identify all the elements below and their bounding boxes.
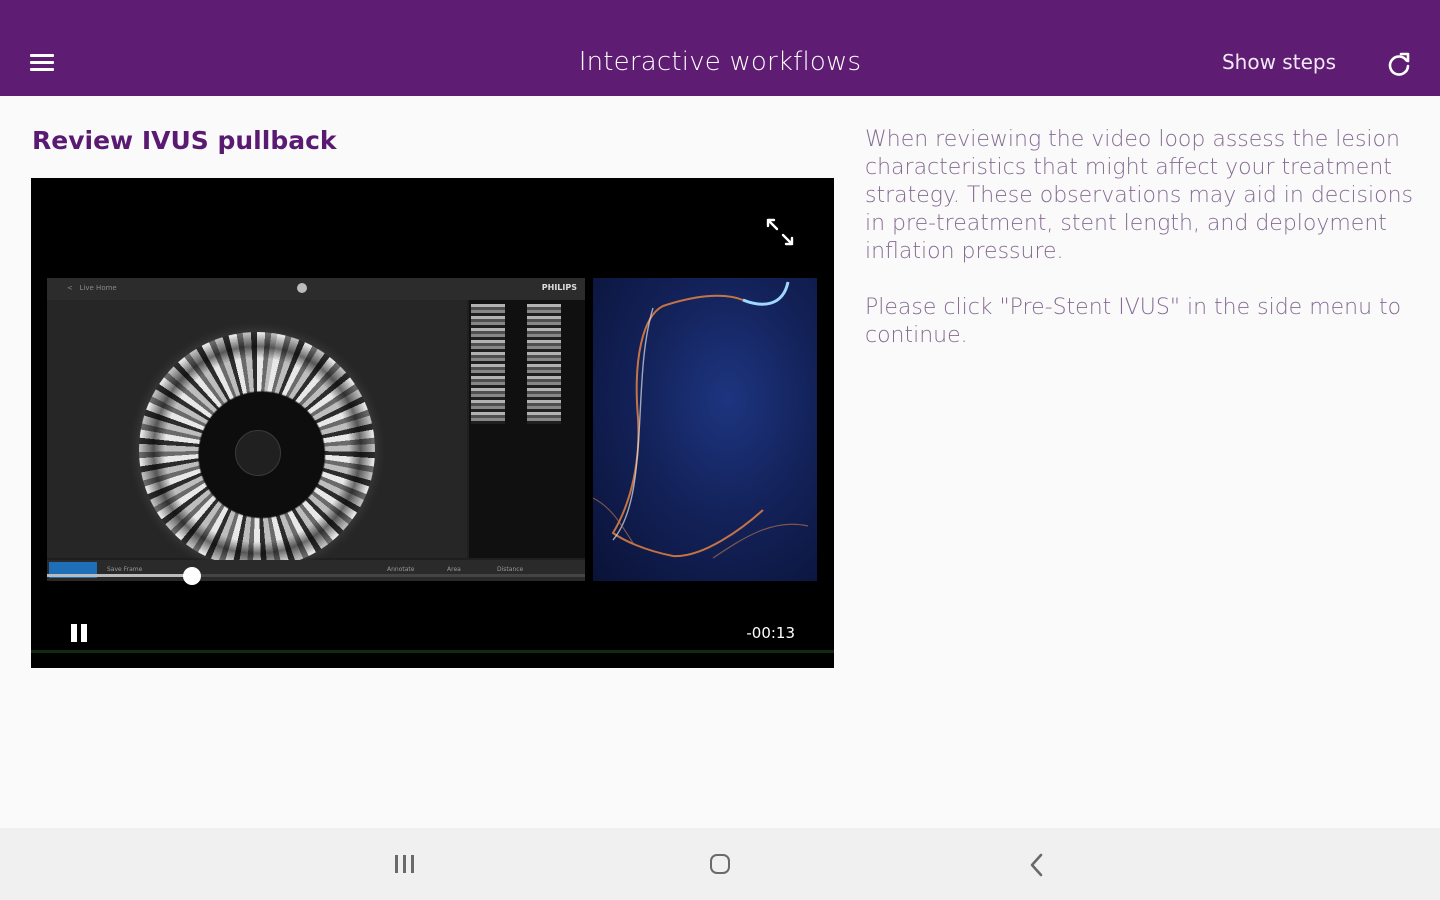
video-frame-topbar: < Live Home PHILIPS xyxy=(47,278,585,300)
ivus-video-frame: < Live Home PHILIPS Save Frame Annotate … xyxy=(47,278,585,581)
expand-icon[interactable] xyxy=(763,215,797,249)
show-steps-button[interactable]: Show steps xyxy=(1206,50,1352,74)
system-navigation-bar xyxy=(0,828,1440,900)
refresh-icon[interactable] xyxy=(1382,48,1416,82)
back-icon[interactable] xyxy=(1020,848,1054,882)
angiogram-frame xyxy=(592,278,817,581)
section-title: Review IVUS pullback xyxy=(32,126,337,155)
video-progress-bar xyxy=(31,650,834,653)
home-icon[interactable] xyxy=(704,848,738,882)
app-bar: Interactive workflows Show steps xyxy=(0,0,1440,96)
time-remaining: -00:13 xyxy=(746,624,795,642)
instructions-text: When reviewing the video loop assess the… xyxy=(865,126,1413,378)
ivus-cross-section-panel xyxy=(47,300,467,568)
continue-instruction: Please click "Pre-Stent IVUS" in the sid… xyxy=(865,295,1402,348)
video-player[interactable]: < Live Home PHILIPS Save Frame Annotate … xyxy=(31,178,834,668)
recent-apps-icon[interactable] xyxy=(388,848,422,882)
video-scrub-fill xyxy=(47,574,193,577)
video-scrub-handle[interactable] xyxy=(183,567,202,585)
video-frame-toolbar: Save Frame Annotate Area Distance xyxy=(47,560,585,581)
catheter-marker xyxy=(235,430,281,476)
brand-label: PHILIPS xyxy=(541,283,577,292)
ivus-longitudinal-panel xyxy=(469,300,585,558)
pause-icon[interactable] xyxy=(67,620,95,648)
description-paragraph: When reviewing the video loop assess the… xyxy=(865,127,1413,264)
